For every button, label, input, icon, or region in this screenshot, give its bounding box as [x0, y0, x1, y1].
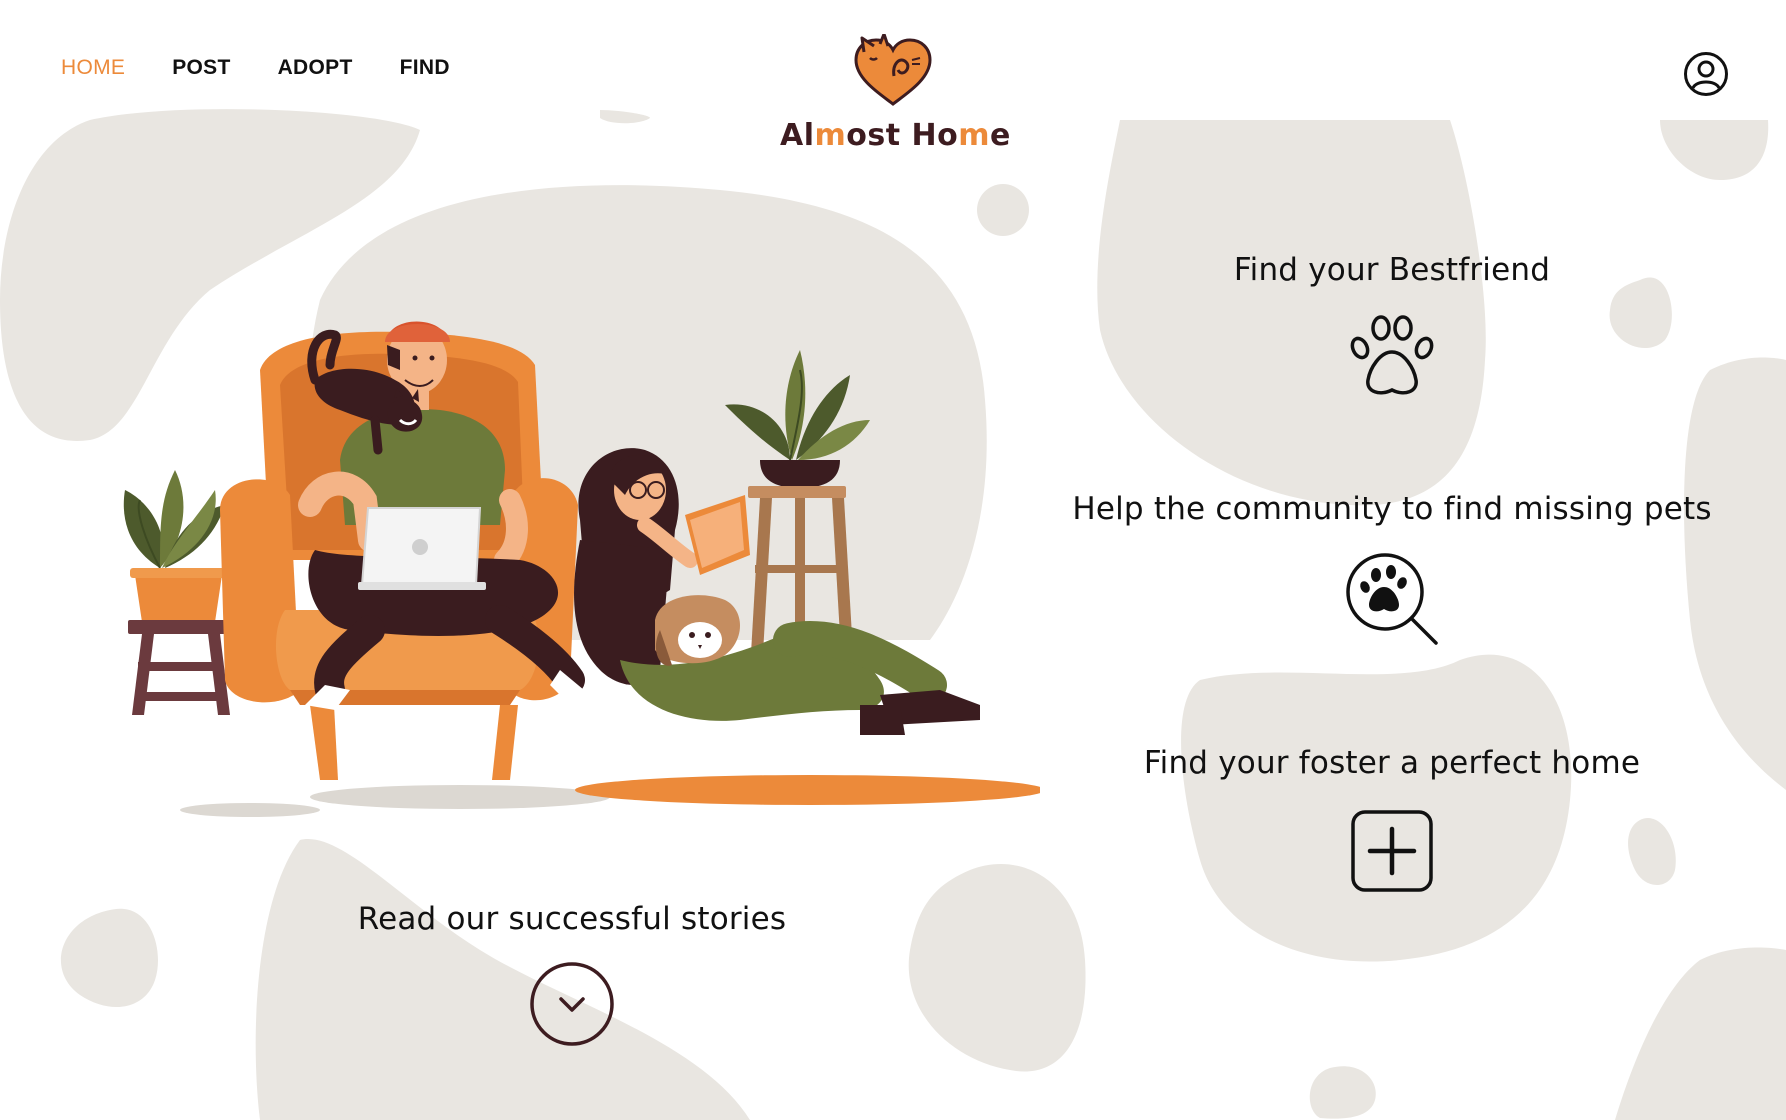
floor-shadow: [180, 803, 320, 817]
brand-logo[interactable]: Almost Home: [780, 34, 1011, 153]
nav-adopt[interactable]: ADOPT: [278, 56, 353, 80]
feature-label: Find your Bestfriend: [1233, 252, 1551, 288]
feature-label: Find your foster a perfect home: [1143, 745, 1641, 781]
brand-name: Almost Home: [780, 118, 1011, 153]
feature-missing-pets: Help the community to find missing pets: [1072, 491, 1712, 649]
heart-cat-icon: [854, 34, 932, 106]
main-nav: HOME POST ADOPT FIND: [61, 56, 497, 80]
paw-magnifier-icon[interactable]: [1342, 549, 1442, 649]
nav-post[interactable]: POST: [172, 56, 230, 80]
profile-button[interactable]: [1683, 51, 1729, 97]
chevron-down-circle-icon[interactable]: [529, 961, 615, 1047]
feature-label: Help the community to find missing pets: [1072, 491, 1712, 527]
feature-find-bestfriend: Find your Bestfriend: [1142, 252, 1642, 400]
hero-illustration: [123, 321, 1040, 817]
user-circle-icon: [1684, 52, 1728, 96]
nav-home[interactable]: HOME: [61, 56, 125, 80]
plus-square-icon[interactable]: [1350, 809, 1434, 893]
nav-find[interactable]: FIND: [400, 56, 450, 80]
feature-foster-home: Find your foster a perfect home: [1142, 745, 1642, 893]
paw-icon[interactable]: [1344, 310, 1440, 400]
left-plant: [123, 470, 233, 715]
rug: [575, 775, 1040, 805]
stories-section: Read our successful stories: [322, 901, 822, 1047]
armchair-shadow: [310, 785, 610, 809]
stories-label: Read our successful stories: [357, 901, 787, 937]
